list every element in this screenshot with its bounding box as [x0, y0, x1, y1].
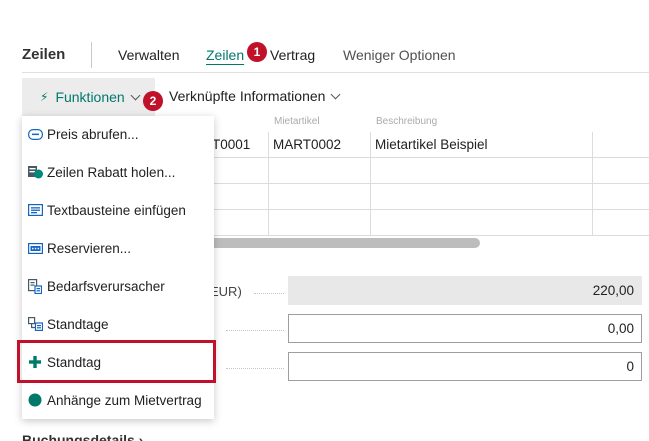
- standing-days-icon: [27, 317, 43, 331]
- dotted-leader: [226, 330, 284, 331]
- total-amount: 220,00: [288, 276, 642, 305]
- posting-details-heading[interactable]: Buchungsdetails ›: [22, 432, 143, 441]
- menu-item-rental-attachments[interactable]: Anhänge zum Mietvertrag: [22, 385, 214, 415]
- menu-item-reserve[interactable]: Reservieren...: [22, 233, 214, 263]
- action-bar: ⚡︎ Funktionen Verknüpfte Informationen: [22, 78, 649, 116]
- lines-grid: Mietartikel Beschreibung T0001 MART0002 …: [186, 116, 649, 236]
- price-tag-icon: [27, 127, 43, 141]
- table-cell[interactable]: MART0002: [268, 132, 370, 158]
- table-cell[interactable]: [370, 210, 592, 236]
- total-label: EUR): [210, 284, 242, 299]
- attachment-dot-icon: [27, 393, 43, 407]
- section-title: Zeilen: [22, 46, 66, 63]
- table-row[interactable]: [186, 184, 649, 210]
- table-row[interactable]: [186, 158, 649, 184]
- functions-button[interactable]: ⚡︎ Funktionen: [22, 78, 155, 116]
- step-badge-1: 1: [247, 42, 267, 62]
- menu-item-standing-days[interactable]: Standtage: [22, 309, 214, 339]
- step-badge-2: 2: [143, 91, 163, 111]
- dotted-leader: [226, 368, 284, 369]
- menu-item-demand-source[interactable]: Bedarfsverursacher: [22, 271, 214, 301]
- quantity-field[interactable]: 0: [288, 352, 642, 381]
- dotted-leader: [254, 293, 284, 294]
- chevron-down-icon: [130, 90, 141, 100]
- tab-manage[interactable]: Verwalten: [118, 47, 179, 63]
- menu-item-label: Preis abrufen...: [47, 126, 139, 142]
- table-cell[interactable]: [592, 184, 649, 210]
- menu-item-label: Anhänge zum Mietvertrag: [47, 392, 202, 408]
- menu-item-label: Reservieren...: [47, 240, 132, 256]
- table-cell[interactable]: [268, 158, 370, 184]
- lines-header: Zeilen Verwalten Zeilen 1 Vertrag Wenige…: [0, 0, 649, 73]
- highlight-box: [17, 340, 216, 383]
- text-block-icon: [27, 203, 43, 217]
- table-cell[interactable]: [592, 158, 649, 184]
- tab-lines[interactable]: Zeilen: [206, 47, 244, 63]
- grid-header: Mietartikel Beschreibung: [186, 116, 649, 132]
- horizontal-scrollbar[interactable]: [186, 238, 480, 248]
- related-info-label: Verknüpfte Informationen: [169, 88, 326, 104]
- menu-item-label: Textbausteine einfügen: [47, 202, 186, 218]
- table-cell[interactable]: [592, 132, 649, 158]
- discount-icon: [27, 165, 43, 179]
- tab-fewer-options[interactable]: Weniger Optionen: [343, 47, 456, 63]
- table-row[interactable]: T0001 MART0002 Mietartikel Beispiel: [186, 132, 649, 158]
- lightning-icon: ⚡︎: [40, 90, 49, 104]
- table-row[interactable]: [186, 210, 649, 236]
- menu-item-label: Standtage: [47, 316, 109, 332]
- related-info-button[interactable]: Verknüpfte Informationen: [169, 88, 341, 104]
- chevron-down-icon: [330, 89, 341, 99]
- reserve-icon: [27, 241, 43, 255]
- table-cell[interactable]: [268, 210, 370, 236]
- column-header: Mietartikel: [274, 116, 320, 127]
- discount-amount-field[interactable]: 0,00: [288, 314, 642, 343]
- table-cell[interactable]: [370, 184, 592, 210]
- table-cell[interactable]: Mietartikel Beispiel: [370, 132, 592, 158]
- menu-item-insert-text-blocks[interactable]: Textbausteine einfügen: [22, 195, 214, 225]
- tab-contract[interactable]: Vertrag: [270, 47, 315, 63]
- table-cell[interactable]: [592, 210, 649, 236]
- functions-label: Funktionen: [55, 89, 125, 105]
- column-header: Beschreibung: [376, 116, 438, 127]
- table-cell[interactable]: [268, 184, 370, 210]
- header-rule: [22, 72, 649, 73]
- table-cell[interactable]: [370, 158, 592, 184]
- header-divider: [91, 42, 92, 68]
- menu-item-get-line-discount[interactable]: Zeilen Rabatt holen...: [22, 157, 214, 187]
- menu-item-get-price[interactable]: Preis abrufen...: [22, 119, 214, 149]
- menu-item-label: Bedarfsverursacher: [47, 278, 165, 294]
- menu-item-label: Zeilen Rabatt holen...: [47, 164, 176, 180]
- demand-source-icon: [27, 278, 43, 294]
